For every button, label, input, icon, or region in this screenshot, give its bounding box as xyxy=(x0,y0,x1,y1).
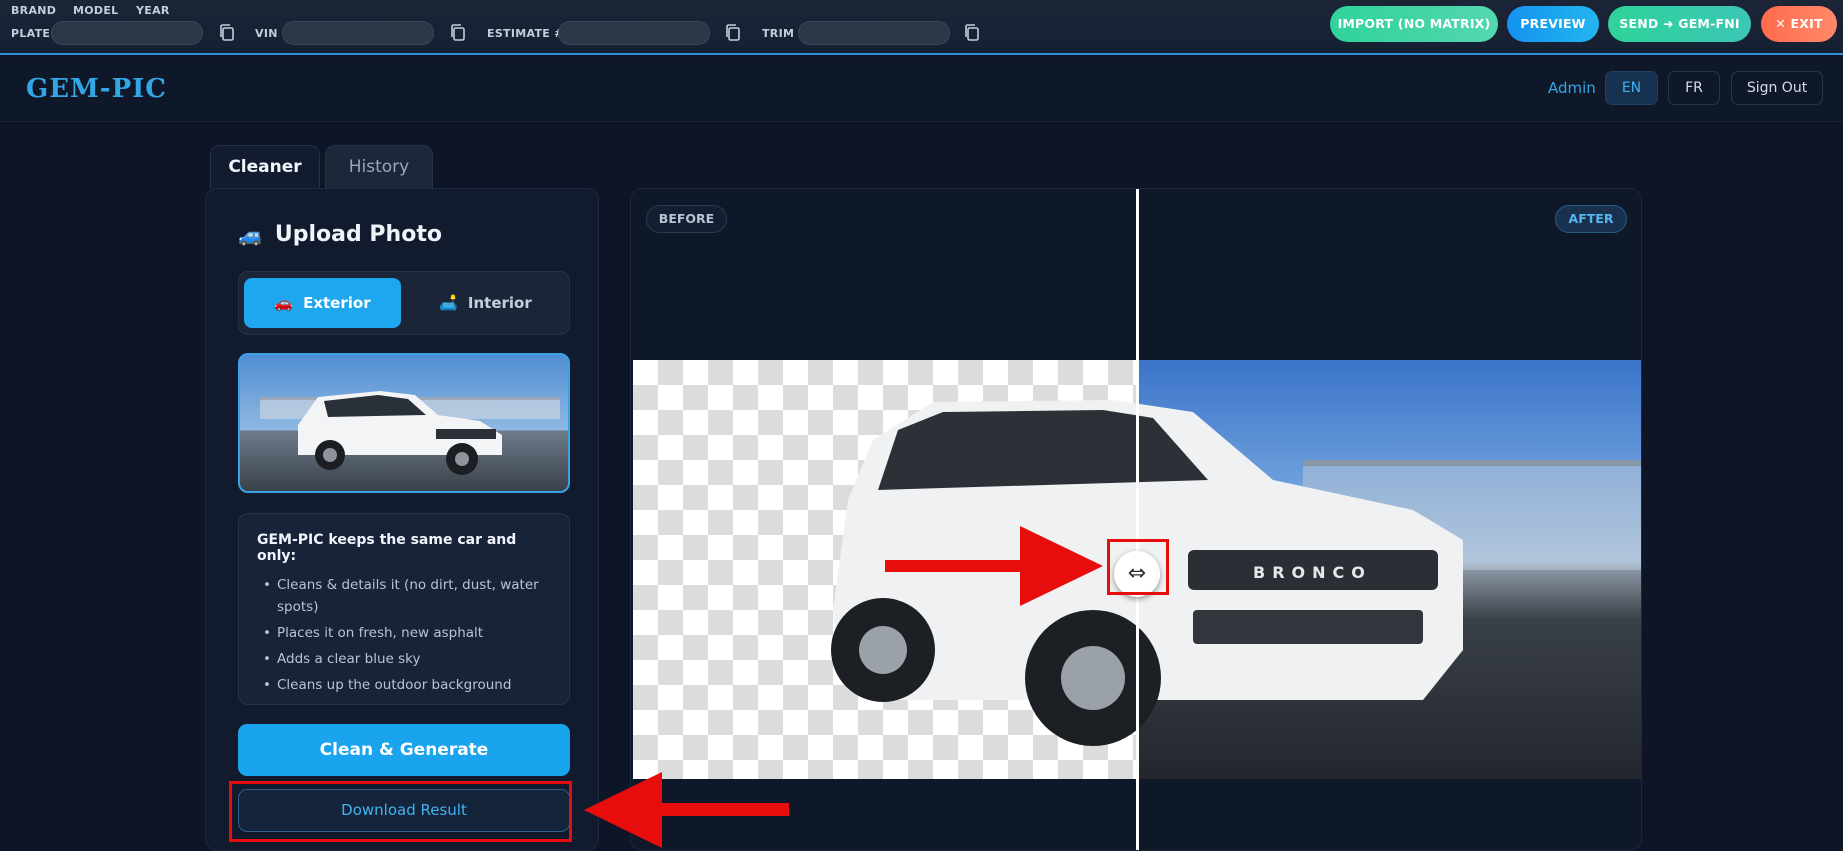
plate-input[interactable] xyxy=(51,21,203,45)
app-logo[interactable]: GEM-PIC xyxy=(26,74,167,104)
compare-divider[interactable] xyxy=(1136,189,1139,850)
interior-label: Interior xyxy=(467,294,532,312)
app-header: GEM-PIC Admin EN FR Sign Out xyxy=(0,57,1843,122)
copy-vin-icon[interactable] xyxy=(449,23,467,43)
arrow-to-handle xyxy=(885,526,1103,606)
download-highlight-box xyxy=(229,781,572,842)
preview-button[interactable]: PREVIEW xyxy=(1507,6,1599,42)
estimate-label: ESTIMATE # xyxy=(487,27,564,40)
upload-title: 🚙 Upload Photo xyxy=(238,222,442,247)
brand-label: BRAND xyxy=(11,4,57,17)
list-item: Cleans up the outdoor background xyxy=(257,674,551,696)
handle-highlight-box xyxy=(1107,539,1169,595)
plate-label: PLATE xyxy=(11,27,51,40)
interior-option[interactable]: 🛋️ Interior xyxy=(407,278,564,328)
top-toolbar: BRAND MODEL YEAR PLATE VIN ESTIMATE # TR… xyxy=(0,0,1843,55)
trim-input[interactable] xyxy=(798,21,950,45)
car-icon: 🚗 xyxy=(274,294,294,312)
photo-type-toggle: 🚗 Exterior 🛋️ Interior xyxy=(238,271,570,335)
upload-panel: 🚙 Upload Photo 🚗 Exterior 🛋️ Interior GE… xyxy=(205,188,599,851)
car-bumper xyxy=(1193,610,1423,644)
building-roof xyxy=(1303,460,1641,466)
exit-button[interactable]: ✕ EXIT xyxy=(1761,6,1837,42)
vin-input[interactable] xyxy=(282,21,434,45)
list-item: Adds a clear blue sky xyxy=(257,648,551,670)
exterior-option[interactable]: 🚗 Exterior xyxy=(244,278,401,328)
import-button[interactable]: IMPORT (NO MATRIX) xyxy=(1330,6,1498,42)
thumbnail-car-image xyxy=(260,391,560,475)
copy-estimate-icon[interactable] xyxy=(724,23,742,43)
sign-out-button[interactable]: Sign Out xyxy=(1731,71,1823,105)
copy-plate-icon[interactable] xyxy=(218,23,236,43)
model-label: MODEL xyxy=(73,4,119,17)
front-rim xyxy=(1061,646,1125,710)
after-badge: AFTER xyxy=(1555,205,1627,233)
seat-icon: 🛋️ xyxy=(439,294,458,312)
send-button[interactable]: SEND ➜ GEM-FNI xyxy=(1608,6,1751,42)
copy-trim-icon[interactable] xyxy=(963,23,981,43)
list-item: Cleans & details it (no dirt, dust, wate… xyxy=(257,574,551,618)
info-list: Cleans & details it (no dirt, dust, wate… xyxy=(257,574,551,696)
tab-history[interactable]: History xyxy=(325,145,433,189)
tab-cleaner[interactable]: Cleaner xyxy=(210,145,320,189)
upload-title-text: Upload Photo xyxy=(274,222,442,247)
before-badge: BEFORE xyxy=(646,205,727,233)
uploaded-photo-thumbnail[interactable] xyxy=(238,353,570,493)
arrow-to-download xyxy=(584,772,789,848)
suv-icon: 🚙 xyxy=(238,222,263,247)
lang-fr-button[interactable]: FR xyxy=(1668,71,1720,105)
trim-label: TRIM xyxy=(762,27,795,40)
estimate-input[interactable] xyxy=(558,21,710,45)
clean-generate-button[interactable]: Clean & Generate xyxy=(238,724,570,776)
vehicle-badge: BRONCO xyxy=(1253,563,1372,582)
rear-rim xyxy=(859,626,907,674)
lang-en-button[interactable]: EN xyxy=(1605,71,1658,105)
list-item: Places it on fresh, new asphalt xyxy=(257,622,551,644)
info-heading: GEM-PIC keeps the same car and only: xyxy=(257,532,517,564)
user-name: Admin xyxy=(1548,79,1596,97)
vin-label: VIN xyxy=(255,27,278,40)
year-label: YEAR xyxy=(136,4,170,17)
exterior-label: Exterior xyxy=(303,294,371,312)
info-box: GEM-PIC keeps the same car and only: Cle… xyxy=(238,513,570,705)
before-after-viewer[interactable]: BEFORE AFTER BRONCO ⇔ xyxy=(630,188,1642,851)
